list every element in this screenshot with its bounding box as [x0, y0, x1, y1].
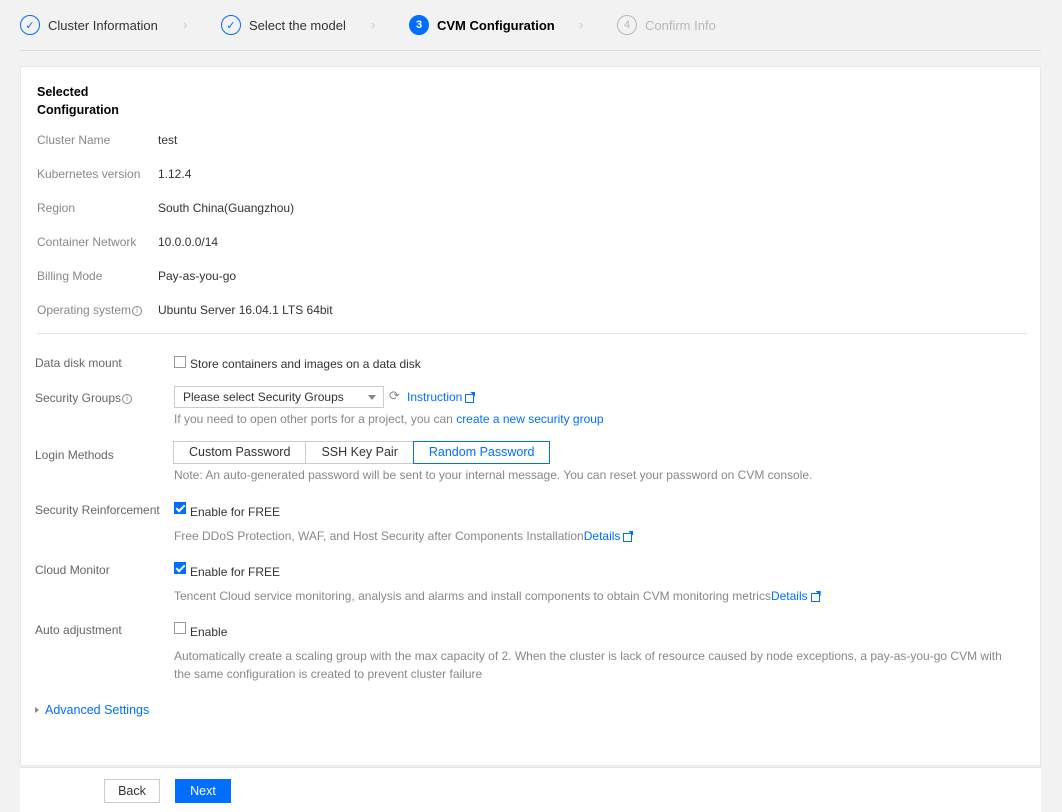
back-button[interactable]: Back — [104, 779, 160, 803]
step-label: Cluster Information — [48, 17, 158, 33]
auto-adjustment-hint: Automatically create a scaling group wit… — [174, 649, 1002, 681]
info-container-network: Container Network 10.0.0.0/14 — [37, 235, 219, 249]
cloud-monitor-hint: Tencent Cloud service monitoring, analys… — [174, 587, 820, 605]
cloud-monitor-checkbox-label[interactable]: Enable for FREE — [190, 565, 280, 579]
external-link-icon — [623, 532, 633, 542]
external-link-icon — [465, 393, 475, 403]
login-note: Note: An auto-generated password will be… — [174, 468, 813, 482]
caret-right-icon — [35, 707, 39, 713]
custom-password-button[interactable]: Custom Password — [173, 441, 307, 464]
data-disk-checkbox[interactable] — [174, 356, 186, 368]
check-icon: ✓ — [20, 15, 40, 35]
random-password-button[interactable]: Random Password — [412, 441, 551, 464]
divider — [20, 50, 1041, 51]
create-security-group-link[interactable]: create a new security group — [456, 412, 603, 426]
login-methods-label: Login Methods — [35, 448, 114, 462]
info-icon[interactable]: i — [122, 393, 133, 404]
security-groups-hint: If you need to open other ports for a pr… — [174, 412, 604, 426]
ssh-key-pair-button[interactable]: SSH Key Pair — [305, 441, 414, 464]
instruction-link[interactable]: Instruction — [407, 390, 475, 404]
security-reinforcement-label: Security Reinforcement — [35, 503, 160, 517]
external-link-icon — [810, 592, 820, 602]
info-icon[interactable]: i — [132, 305, 143, 316]
info-cluster-name: Cluster Name test — [37, 133, 178, 147]
security-groups-select[interactable]: Please select Security Groups — [174, 386, 384, 408]
step-select-model[interactable]: ✓ Select the model — [221, 15, 346, 35]
step-indicator: ✓ Cluster Information › ✓ Select the mod… — [0, 0, 1062, 52]
step-label: Select the model — [249, 17, 346, 33]
check-icon: ✓ — [221, 15, 241, 35]
auto-adjustment-checkbox-label[interactable]: Enable — [190, 625, 227, 639]
caret-down-icon — [368, 395, 376, 400]
refresh-icon[interactable]: ⟳ — [389, 389, 400, 403]
step-label: Confirm Info — [645, 17, 716, 33]
login-methods-segmented: Custom Password SSH Key Pair Random Pass… — [173, 441, 551, 464]
config-card: Selected Configuration Cluster Name test … — [20, 66, 1041, 766]
step-number: 3 — [409, 15, 429, 35]
advanced-settings-toggle[interactable]: Advanced Settings — [35, 703, 149, 717]
data-disk-label: Data disk mount — [35, 356, 122, 370]
info-kubernetes-version: Kubernetes version 1.12.4 — [37, 167, 192, 181]
monitor-details-link[interactable]: Details — [771, 589, 820, 603]
info-operating-system: Operating system i Ubuntu Server 16.04.1 L… — [37, 303, 333, 317]
security-reinforcement-hint: Free DDoS Protection, WAF, and Host Secu… — [174, 527, 633, 545]
step-label: CVM Configuration — [437, 17, 555, 33]
chevron-right-icon: › — [371, 17, 376, 32]
data-disk-checkbox-label[interactable]: Store containers and images on a data di… — [190, 357, 421, 371]
auto-adjustment-checkbox[interactable] — [174, 622, 186, 634]
selected-configuration-title: Selected Configuration — [37, 85, 119, 117]
info-region: Region South China(Guangzhou) — [37, 201, 295, 215]
step-cvm-configuration: 3 CVM Configuration — [409, 15, 555, 35]
security-reinforcement-checkbox-label[interactable]: Enable for FREE — [190, 505, 280, 519]
step-cluster-information[interactable]: ✓ Cluster Information — [20, 15, 158, 35]
security-details-link[interactable]: Details — [584, 529, 633, 543]
step-confirm-info: 4 Confirm Info — [617, 15, 716, 35]
security-groups-label: Security Groups i — [35, 391, 133, 405]
next-button[interactable]: Next — [175, 779, 231, 803]
step-number: 4 — [617, 15, 637, 35]
info-billing-mode: Billing Mode Pay-as-you-go — [37, 269, 237, 283]
auto-adjustment-label: Auto adjustment — [35, 623, 122, 637]
security-reinforcement-checkbox[interactable] — [174, 502, 186, 514]
cloud-monitor-checkbox[interactable] — [174, 562, 186, 574]
chevron-right-icon: › — [579, 17, 584, 32]
chevron-right-icon: › — [183, 17, 188, 32]
divider — [37, 333, 1027, 334]
cloud-monitor-label: Cloud Monitor — [35, 563, 110, 577]
footer-bar: Back Next — [20, 767, 1041, 812]
